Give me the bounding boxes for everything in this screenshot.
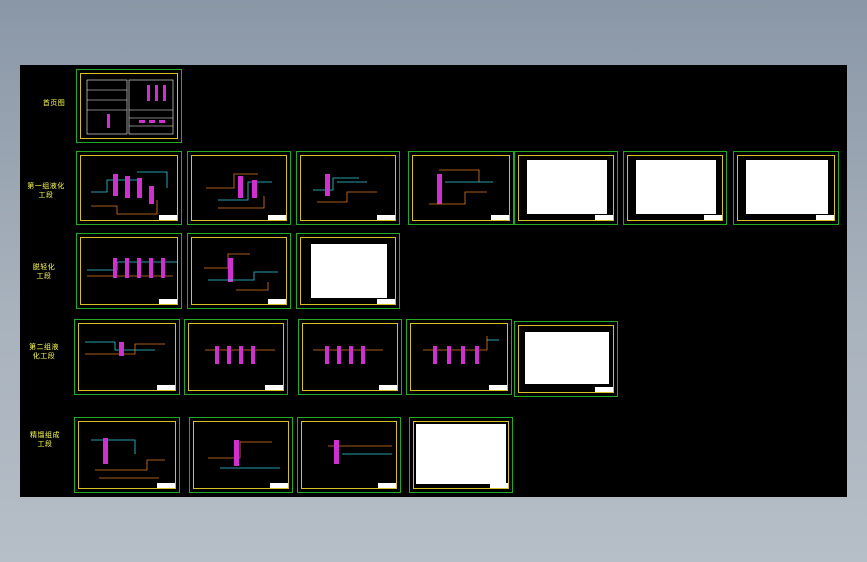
title-block [268,215,286,220]
title-block [816,215,834,220]
row-label-section-4: 精馏组成工段 [30,431,60,448]
drawing-sheet-thumbnail[interactable] [187,151,291,225]
drawing-sheet-thumbnail[interactable] [74,319,180,395]
drawing-sheet-thumbnail[interactable] [76,69,182,143]
drawing-sheet-thumbnail[interactable] [189,417,293,493]
title-block [159,299,177,304]
title-block [489,385,507,390]
title-block [490,483,508,488]
title-block [157,483,175,488]
data-table [525,332,609,384]
data-table-sheet[interactable] [296,233,400,309]
title-block [704,215,722,220]
title-block [491,215,509,220]
drawing-sheet-thumbnail[interactable] [297,417,401,493]
title-block [595,387,613,392]
drawing-sheet-thumbnail[interactable] [406,319,512,395]
title-block [378,483,396,488]
row-label-section-2: 脱轻化工段 [32,263,56,280]
title-block [379,385,397,390]
data-table-sheet[interactable] [514,151,618,225]
title-block [270,483,288,488]
title-block [377,299,395,304]
title-block [268,299,286,304]
drawing-sheet-thumbnail[interactable] [76,151,182,225]
title-block [265,385,283,390]
title-block [159,215,177,220]
data-table-sheet[interactable] [733,151,839,225]
data-table-sheet[interactable] [409,417,513,493]
data-table [416,424,506,484]
title-block [377,215,395,220]
drawing-sheet-thumbnail[interactable] [298,319,402,395]
row-label-section-3: 第二组液化工段 [29,343,59,360]
data-table [636,160,716,214]
data-table [311,244,387,298]
data-table [527,160,607,214]
data-table [746,160,828,214]
drawing-sheet-thumbnail[interactable] [184,319,288,395]
model-space-canvas[interactable]: 首页图 第一组液化工段 脱轻化工段 第二组液化工段 精馏组成工段 [20,65,847,497]
row-label-section-1: 第一组液化工段 [27,182,65,199]
drawing-sheet-thumbnail[interactable] [408,151,514,225]
row-label-cover: 首页图 [42,99,66,107]
data-table-sheet[interactable] [623,151,727,225]
drawing-sheet-thumbnail[interactable] [296,151,400,225]
title-block [157,385,175,390]
data-table-sheet[interactable] [514,321,618,397]
title-block [595,215,613,220]
drawing-sheet-thumbnail[interactable] [187,233,291,309]
drawing-sheet-thumbnail[interactable] [76,233,182,309]
drawing-sheet-thumbnail[interactable] [74,417,180,493]
cover-drawing [86,79,174,135]
